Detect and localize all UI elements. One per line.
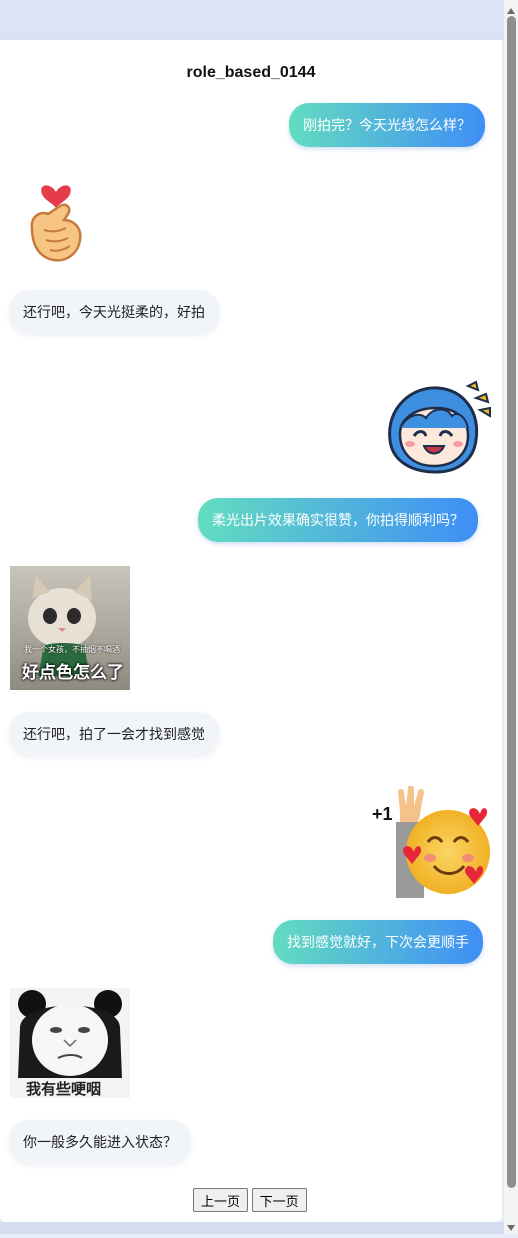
plus-one-emoji-sticker: +1 (370, 786, 494, 898)
cat-caption-small: 我一个女孩，不抽烟不喝酒 (24, 645, 120, 654)
anime-girl-sticker (376, 378, 494, 478)
bot-message: 还行吧，今天光挺柔的，好拍 (9, 290, 219, 334)
prev-page-button[interactable]: 上一页 (193, 1188, 249, 1212)
scroll-down-arrow-icon[interactable] (506, 1220, 516, 1231)
scrollbar-thumb[interactable] (507, 16, 516, 1188)
user-message: 刚拍完？今天光线怎么样？ (289, 103, 485, 147)
next-page-button[interactable]: 下一页 (251, 1188, 307, 1212)
panda-caption: 我有些哽咽 (26, 1081, 102, 1098)
top-band (0, 0, 504, 40)
pager: 上一页 下一页 (193, 1188, 307, 1212)
bot-message: 还行吧，拍了一会才找到感觉 (9, 712, 219, 756)
bot-message: 你一般多久能进入状态？ (9, 1120, 191, 1164)
panda-meme-sticker: 我有些哽咽 (10, 988, 130, 1098)
cat-caption-big: 好点色怎么了 (22, 663, 124, 682)
page-title: role_based_0144 (186, 64, 316, 81)
user-message: 柔光出片效果确实很赞，你拍得顺利吗？ (198, 498, 478, 542)
finger-heart-sticker (20, 170, 92, 266)
scroll-up-arrow-icon[interactable] (506, 3, 516, 14)
bottom-band (0, 1222, 504, 1234)
cat-meme-sticker: 我一个女孩，不抽烟不喝酒 好点色怎么了 (10, 566, 130, 690)
user-message: 找到感觉就好，下次会更顺手 (273, 920, 483, 964)
